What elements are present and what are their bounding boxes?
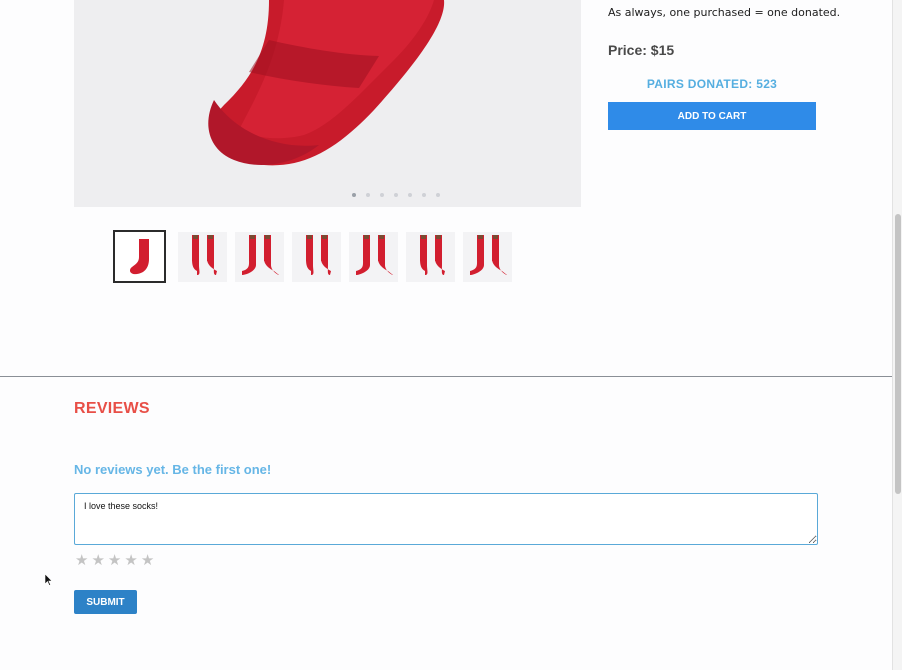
star-icon[interactable]: ★ <box>141 553 154 568</box>
socks-on-feet-icon <box>191 234 217 275</box>
thumbnail-strip <box>113 230 512 283</box>
no-reviews-message: No reviews yet. Be the first one! <box>74 462 272 477</box>
star-icon[interactable]: ★ <box>124 553 137 568</box>
page-scrollbar[interactable] <box>892 0 902 670</box>
product-thumbnail[interactable] <box>235 231 284 282</box>
carousel-dot[interactable] <box>380 193 384 197</box>
donation-tagline: As always, one purchased = one donated. <box>608 6 841 19</box>
product-image <box>74 0 581 207</box>
product-thumbnail[interactable] <box>178 231 227 282</box>
socks-on-feet-icon <box>469 234 507 275</box>
carousel-dot[interactable] <box>366 193 370 197</box>
scrollbar-thumb[interactable] <box>895 214 901 494</box>
carousel-dots <box>352 193 440 197</box>
product-thumbnail[interactable] <box>113 230 166 283</box>
sock-illustration <box>208 0 445 166</box>
pairs-donated-counter: PAIRS DONATED: 523 <box>646 77 778 91</box>
mouse-cursor-icon <box>45 574 53 586</box>
carousel-dot[interactable] <box>352 193 356 197</box>
carousel-dot[interactable] <box>422 193 426 197</box>
star-icon[interactable]: ★ <box>75 553 88 568</box>
socks-on-feet-icon <box>305 234 331 275</box>
carousel-dot[interactable] <box>436 193 440 197</box>
socks-on-feet-icon <box>355 234 393 275</box>
star-icon[interactable]: ★ <box>91 553 104 568</box>
product-thumbnail[interactable] <box>463 231 512 282</box>
socks-on-feet-icon <box>241 234 279 275</box>
socks-on-feet-icon <box>419 234 445 275</box>
star-rating[interactable]: ★ ★ ★ ★ ★ <box>75 553 154 568</box>
carousel-dot[interactable] <box>408 193 412 197</box>
section-divider <box>0 376 892 377</box>
carousel-dot[interactable] <box>394 193 398 197</box>
price-label: Price: $15 <box>608 42 675 58</box>
product-thumbnail[interactable] <box>292 231 341 282</box>
single-sock-icon <box>129 238 149 274</box>
product-thumbnail[interactable] <box>406 231 455 282</box>
product-thumbnail[interactable] <box>349 231 398 282</box>
add-to-cart-button[interactable]: ADD TO CART <box>608 102 816 130</box>
submit-review-button[interactable]: SUBMIT <box>74 590 137 614</box>
star-icon[interactable]: ★ <box>108 553 121 568</box>
reviews-heading: REVIEWS <box>74 400 150 417</box>
review-textarea[interactable] <box>74 493 818 545</box>
